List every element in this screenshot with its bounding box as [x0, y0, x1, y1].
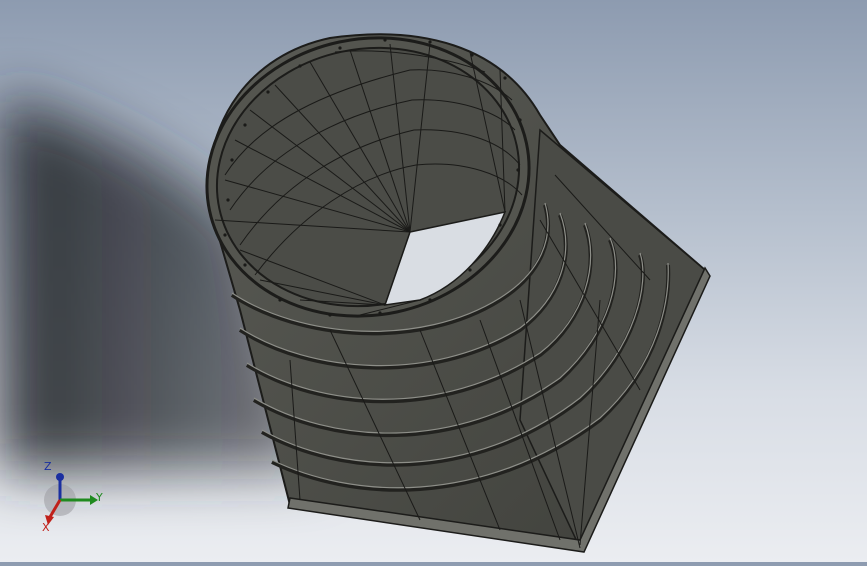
z-axis-label: Z	[44, 460, 52, 473]
x-axis-label: X	[42, 521, 50, 534]
axis-triad[interactable]: Z Y X	[30, 455, 120, 545]
graphics-viewport[interactable]: Z Y X	[0, 0, 867, 562]
y-axis-label: Y	[96, 491, 103, 504]
model-canvas[interactable]	[0, 0, 867, 562]
